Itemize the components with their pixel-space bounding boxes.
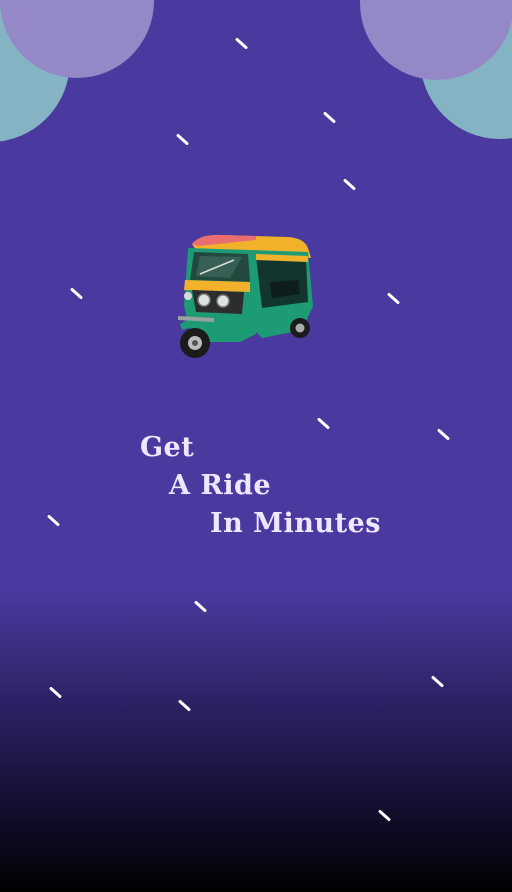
- rain-dash: [316, 417, 331, 430]
- rain-dash: [377, 809, 392, 822]
- auto-rickshaw-icon: [178, 234, 313, 358]
- rain-dash: [46, 514, 61, 527]
- headline-line-get: Get: [140, 432, 195, 463]
- rain-dash: [430, 675, 445, 688]
- headline-line-in-minutes: In Minutes: [210, 508, 381, 539]
- headline-line-a-ride: A Ride: [169, 470, 272, 501]
- rain-dash: [175, 133, 190, 146]
- rain-dash: [234, 37, 249, 50]
- rain-dash: [322, 111, 337, 124]
- rain-dash: [69, 287, 84, 300]
- headline: Get A Ride In Minutes: [0, 0, 512, 892]
- rain-dash: [436, 428, 451, 441]
- rain-dash: [386, 292, 401, 305]
- rain-dash: [342, 178, 357, 191]
- rain-dash: [48, 686, 63, 699]
- rain-dash: [193, 600, 208, 613]
- splash-screen: Get A Ride In Minutes: [0, 0, 512, 892]
- rain-dash: [177, 699, 192, 712]
